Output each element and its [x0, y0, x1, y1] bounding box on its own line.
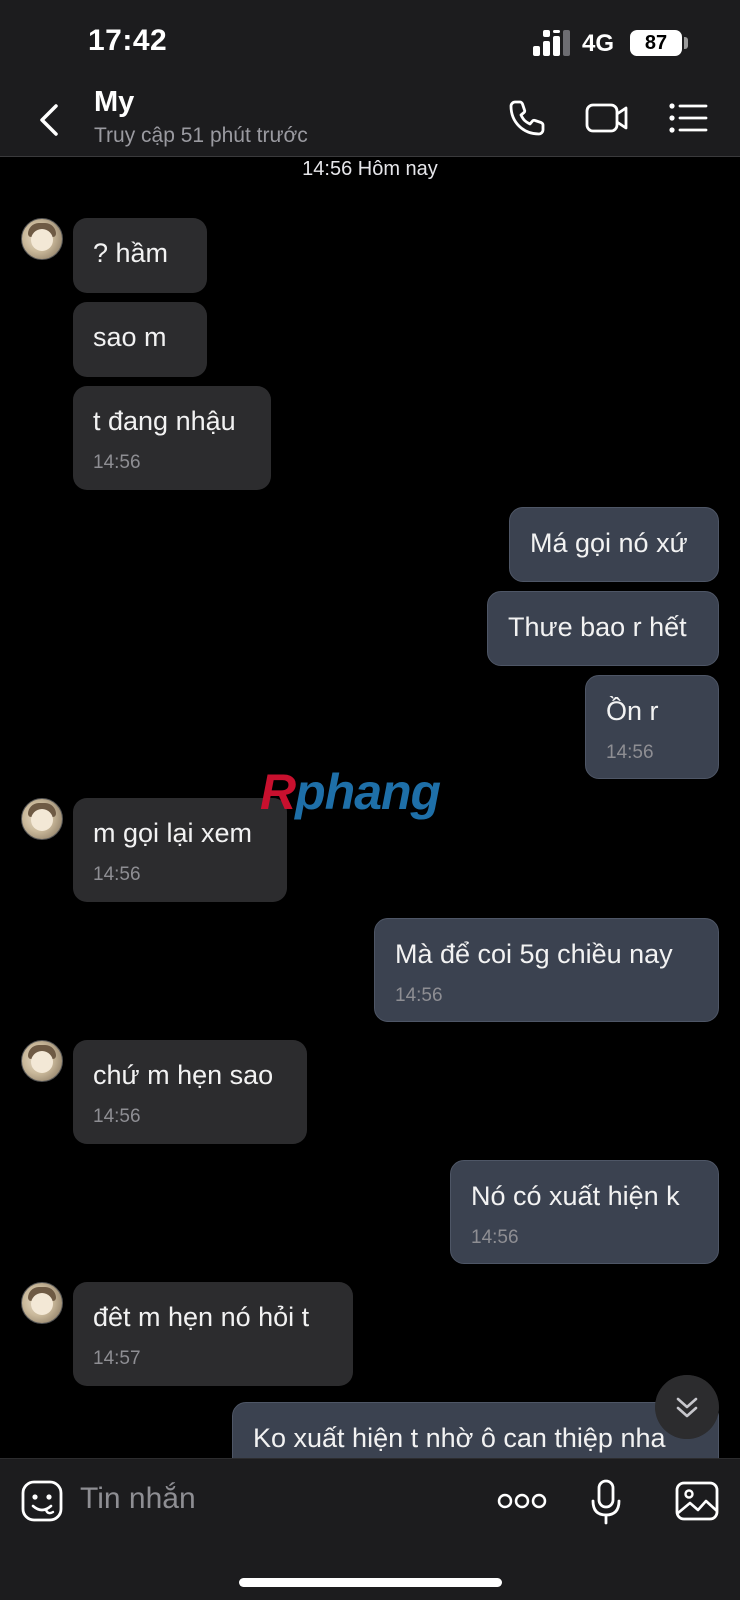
list-menu-icon[interactable]	[666, 96, 712, 140]
avatar[interactable]	[21, 1282, 63, 1324]
message-bubble-incoming[interactable]: chứ m hẹn sao 14:56	[73, 1040, 307, 1144]
message-time: 14:56	[93, 1106, 141, 1127]
message-time: 14:56	[471, 1227, 519, 1248]
double-chevron-down-icon[interactable]	[655, 1375, 719, 1439]
message-bubble-outgoing[interactable]: Mà để coi 5g chiều nay 14:56	[374, 918, 719, 1022]
message-bubble-incoming[interactable]: sao m	[73, 302, 207, 377]
message-time: 14:57	[93, 1348, 141, 1369]
message-text: m gọi lại xem	[93, 818, 253, 848]
status-bar: 17:42 4G 87	[0, 0, 740, 80]
message-text: Mà để coi 5g chiều nay	[395, 939, 673, 969]
avatar[interactable]	[21, 218, 63, 260]
avatar[interactable]	[21, 798, 63, 840]
message-text: t đang nhậu	[93, 406, 236, 436]
contact-name[interactable]: My	[94, 86, 134, 119]
watermark-logo: Rphang	[260, 764, 441, 820]
message-list[interactable]: 14:56 Hôm nay ? hầm sao m t đang nhậu 14…	[0, 158, 740, 1458]
image-icon[interactable]	[674, 1479, 720, 1523]
contact-last-seen: Truy cập 51 phút trước	[94, 124, 308, 147]
sticker-icon[interactable]	[20, 1479, 64, 1523]
message-time: 14:56	[606, 742, 654, 763]
message-bubble-incoming[interactable]: t đang nhậu 14:56	[73, 386, 271, 490]
battery-level: 87	[630, 30, 682, 56]
status-time: 17:42	[88, 24, 168, 57]
more-dots-icon[interactable]	[497, 1491, 547, 1511]
message-text: ? hầm	[93, 238, 169, 268]
home-indicator[interactable]	[239, 1578, 502, 1587]
message-text: chứ m hẹn sao	[93, 1060, 274, 1090]
microphone-icon[interactable]	[590, 1479, 622, 1525]
message-bubble-outgoing[interactable]: Má gọi nó xứ	[509, 507, 719, 582]
message-time: 14:56	[93, 452, 141, 473]
message-bubble-outgoing[interactable]: Thưe bao r hết	[487, 591, 719, 666]
message-text: Má gọi nó xứ	[530, 528, 688, 558]
network-type: 4G	[582, 30, 615, 57]
message-text: Thưe bao r hết	[508, 612, 687, 642]
video-camera-icon[interactable]	[584, 96, 630, 140]
message-bubble-outgoing[interactable]: Ồn r 14:56	[585, 675, 719, 779]
message-text: Nó có xuất hiện k	[471, 1181, 680, 1211]
message-time: 14:56	[93, 864, 141, 885]
message-bubble-outgoing[interactable]: Ko xuất hiện t nhờ ô can thiệp nha	[232, 1402, 719, 1458]
chevron-left-icon[interactable]	[30, 98, 70, 142]
avatar[interactable]	[21, 1040, 63, 1082]
message-bubble-outgoing[interactable]: Nó có xuất hiện k 14:56	[450, 1160, 719, 1264]
message-text: sao m	[93, 322, 167, 352]
message-text: đêt m hẹn nó hỏi t	[93, 1302, 310, 1332]
message-bubble-incoming[interactable]: m gọi lại xem 14:56	[73, 798, 287, 902]
chat-header: My Truy cập 51 phút trước	[0, 80, 740, 157]
message-bubble-incoming[interactable]: ? hầm	[73, 218, 207, 293]
phone-icon[interactable]	[505, 96, 551, 140]
message-text: Ồn r	[606, 696, 659, 726]
message-input[interactable]	[80, 1477, 460, 1521]
battery-tip	[684, 37, 688, 49]
message-text: Ko xuất hiện t nhờ ô can thiệp nha	[253, 1423, 666, 1453]
date-separator: 14:56 Hôm nay	[302, 158, 438, 180]
message-time: 14:56	[395, 985, 443, 1006]
signal-icon	[533, 30, 570, 56]
message-bubble-incoming[interactable]: đêt m hẹn nó hỏi t 14:57	[73, 1282, 353, 1386]
message-composer	[0, 1458, 740, 1600]
